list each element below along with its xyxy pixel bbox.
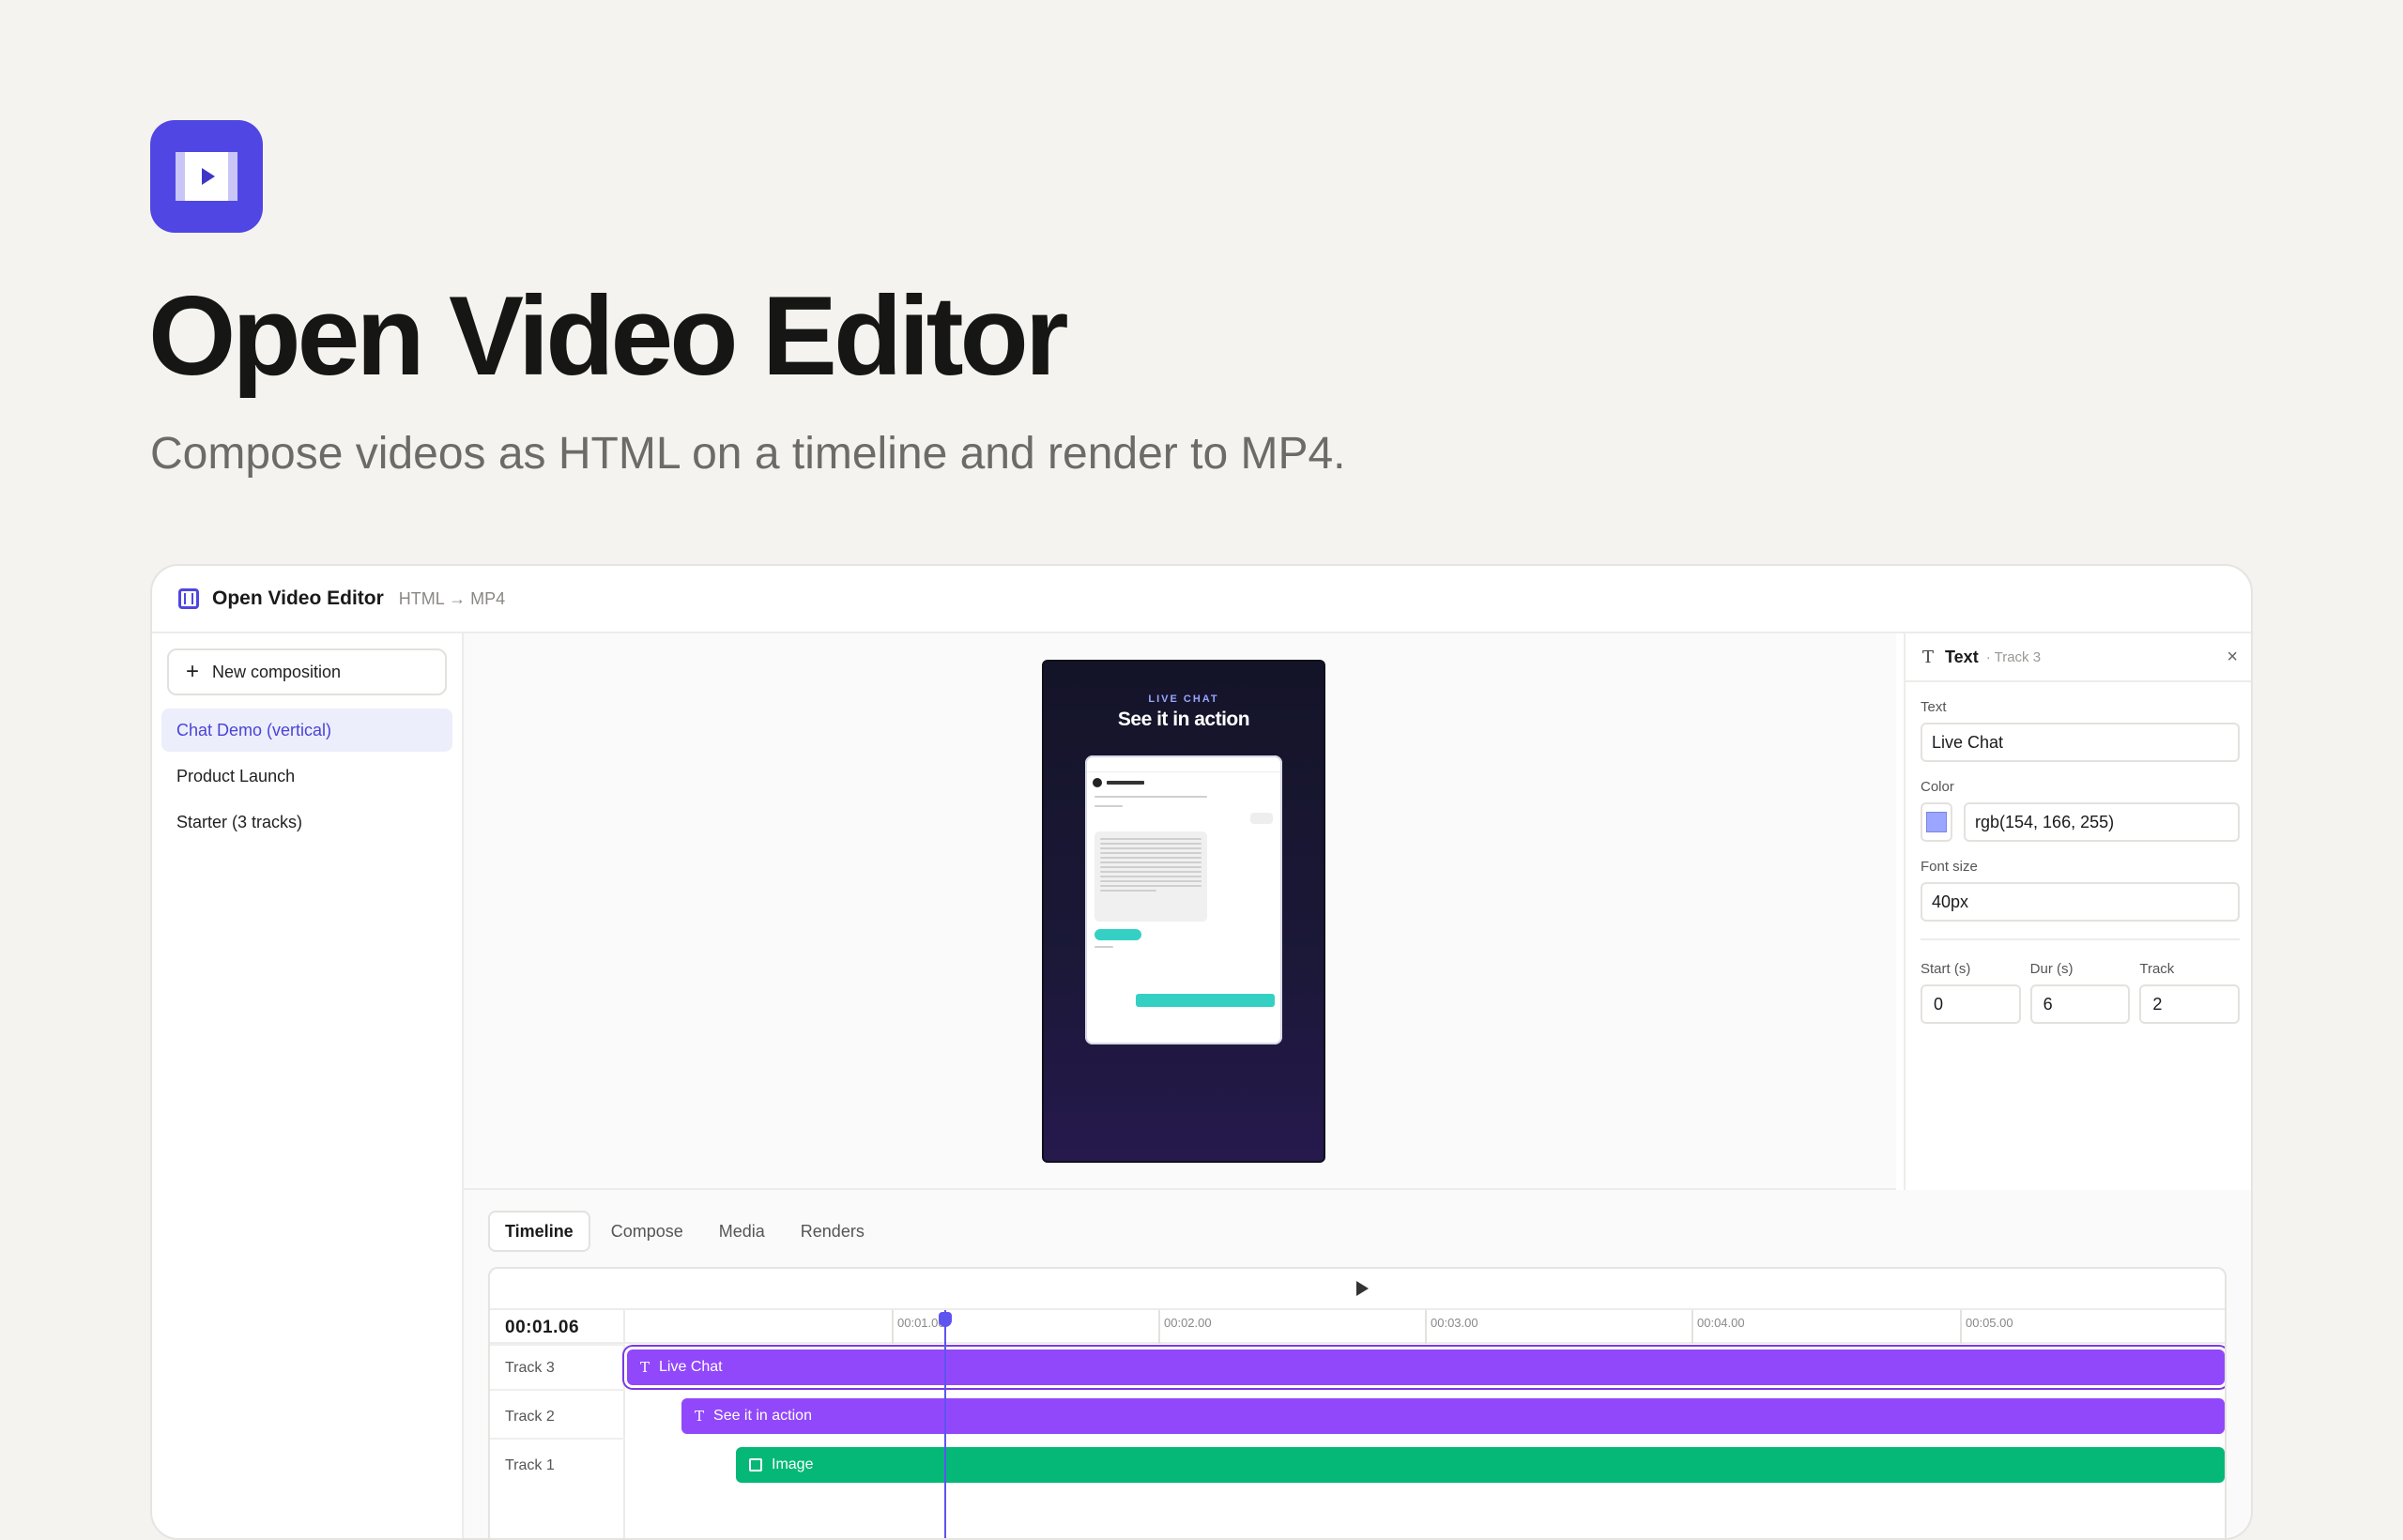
close-icon[interactable]: × [2227,647,2238,668]
inspector-panel: T Text · Track 3 × Text Live Chat Color … [1904,633,2251,1190]
duration-field[interactable]: 6 [2029,984,2131,1024]
text-field-label: Text [1921,699,1947,715]
color-field[interactable]: rgb(154, 166, 255) [1964,802,2240,842]
panel-tabs: Timeline Compose Media Renders [488,1211,880,1252]
composition-item-starter[interactable]: Starter (3 tracks) [161,800,452,844]
ruler-tick: 00:04.00 [1691,1310,1745,1344]
app-window: Open Video Editor HTML → MP4 + New compo… [150,564,2253,1540]
clip-live-chat[interactable]: T Live Chat [627,1349,2225,1385]
font-size-field[interactable]: 40px [1921,882,2240,922]
track-label-2: Track 2 [505,1409,555,1425]
new-composition-button[interactable]: + New composition [167,648,447,695]
hero-subtitle: Compose videos as HTML on a timeline and… [150,429,1346,479]
app-logo [150,120,263,233]
ruler-tick: 00:02.00 [1158,1310,1212,1344]
text-field[interactable]: Live Chat [1921,723,2240,762]
film-icon [178,588,199,609]
track-field[interactable]: 2 [2139,984,2241,1024]
video-preview-frame[interactable]: LIVE CHAT See it in action [1042,660,1325,1163]
preview-eyebrow: LIVE CHAT [1148,694,1219,705]
bottom-panel: Timeline Compose Media Renders 00:01.06 … [464,1190,2251,1538]
time-ruler[interactable]: 00:01.00 00:02.00 00:03.00 00:04.00 00:0… [490,1310,2225,1344]
color-swatch-button[interactable] [1921,802,1952,842]
composition-item-product-launch[interactable]: Product Launch [161,755,452,798]
track-label: Track [2139,961,2175,977]
preview-headline: See it in action [1117,709,1250,730]
clip-label: Image [772,1456,814,1472]
app-tagline: HTML → MP4 [398,588,506,608]
tab-timeline[interactable]: Timeline [488,1211,590,1252]
clip-label: See it in action [713,1408,812,1424]
start-label: Start (s) [1921,961,1971,977]
clip-image[interactable]: Image [736,1447,2225,1483]
inspector-track: · Track 3 [1985,648,2042,665]
ruler-tick: 00:03.00 [1425,1310,1478,1344]
inspector-title: Text [1945,647,1979,666]
tab-media[interactable]: Media [704,1211,780,1252]
ruler-tick: 00:01.00 [892,1310,945,1344]
tab-compose[interactable]: Compose [596,1211,698,1252]
color-field-label: Color [1921,779,1954,795]
play-button[interactable] [1346,1274,1378,1303]
ruler-tick: 00:05.00 [1960,1310,2013,1344]
start-field[interactable]: 0 [1921,984,2021,1024]
play-icon [1355,1281,1369,1296]
plus-icon: + [186,659,200,684]
composition-item-chat-demo[interactable]: Chat Demo (vertical) [161,709,452,752]
inspector-header: T Text · Track 3 × [1906,633,2251,682]
timeline: 00:01.06 Track 3 Track 2 Track 1 00:01.0… [488,1267,2227,1538]
image-icon [749,1458,762,1471]
app-name: Open Video Editor [212,587,384,609]
playhead[interactable] [944,1310,946,1538]
text-icon: T [695,1408,705,1425]
text-icon: T [640,1359,650,1376]
clip-see-it-in-action[interactable]: T See it in action [681,1398,2225,1434]
track-label-column: 00:01.06 Track 3 Track 2 Track 1 [490,1310,625,1538]
color-swatch [1926,812,1947,832]
text-type-icon: T [1922,647,1935,667]
hero-title: Open Video Editor [148,273,1069,399]
film-play-icon [176,152,237,201]
tab-renders[interactable]: Renders [786,1211,880,1252]
track-label-3: Track 3 [505,1360,555,1376]
new-composition-label: New composition [212,662,342,681]
font-size-label: Font size [1921,859,1978,875]
duration-label: Dur (s) [2029,961,2074,977]
top-bar: Open Video Editor HTML → MP4 [152,566,2251,633]
sidebar: + New composition Chat Demo (vertical) P… [152,633,464,1538]
preview-area: LIVE CHAT See it in action [464,633,1896,1190]
clip-label: Live Chat [659,1359,723,1375]
playhead-handle[interactable] [939,1312,952,1327]
track-label-1: Track 1 [505,1457,555,1473]
